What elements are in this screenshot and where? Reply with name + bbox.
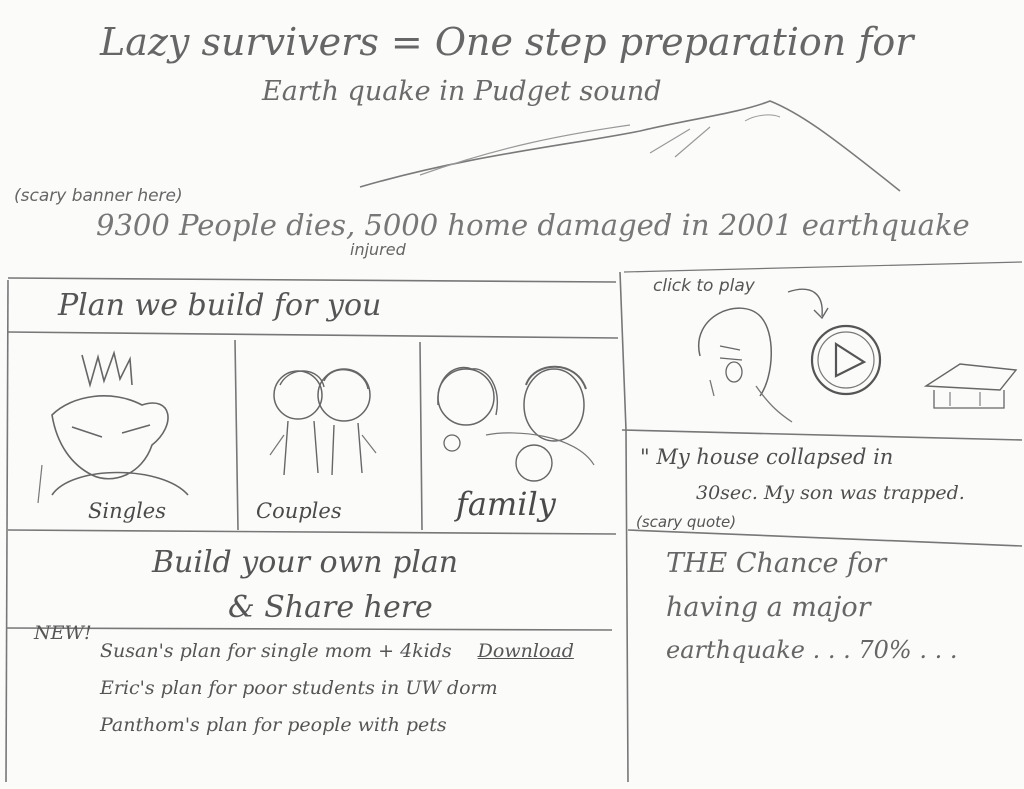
shared-plan-item[interactable]: Panthom's plan for people with pets [100, 714, 574, 751]
plans-heading: Plan we build for you [58, 288, 382, 323]
shared-plan-title[interactable]: Eric's plan for poor students in UW dorm [100, 677, 498, 699]
share-plan-link[interactable]: & Share here [228, 590, 433, 625]
chance-line3: earthquake . . . 70% . . . [666, 636, 958, 664]
plan-label-singles: Singles [88, 499, 166, 523]
video-thumbnail[interactable] [680, 296, 800, 426]
video-hint: click to play [653, 276, 755, 296]
download-link[interactable]: Download [478, 640, 574, 662]
chance-line2: having a major [666, 592, 871, 623]
quote-note: (scary quote) [636, 513, 737, 531]
shared-plan-item[interactable]: Susan's plan for single mom + 4kids Downl… [100, 640, 574, 677]
plan-card-family[interactable]: family [426, 345, 612, 523]
shared-plan-title[interactable]: Susan's plan for single mom + 4kids [100, 640, 452, 662]
shared-plan-item[interactable]: Eric's plan for poor students in UW dorm [100, 677, 574, 714]
couple-icon [269, 368, 377, 476]
plan-card-couples[interactable]: Couples [240, 345, 418, 523]
quote-text-line1: " My house collapsed in [640, 445, 894, 469]
plan-label-couples: Couples [256, 499, 342, 523]
shared-plans-list: Susan's plan for single mom + 4kids Downl… [100, 640, 574, 751]
play-icon[interactable] [808, 322, 884, 398]
quote-text-line2: 30sec. My son was trapped. [696, 482, 965, 504]
build-plan-link[interactable]: Build your own plan [152, 545, 458, 580]
shared-plan-title[interactable]: Panthom's plan for people with pets [100, 714, 447, 736]
plan-card-singles[interactable]: Singles [12, 345, 232, 523]
plan-label-family: family [456, 485, 556, 523]
house-sketch-icon [923, 363, 1018, 409]
new-badge: NEW! [34, 622, 92, 644]
single-person-icon [37, 350, 189, 504]
chance-line1: THE Chance for [666, 548, 887, 579]
